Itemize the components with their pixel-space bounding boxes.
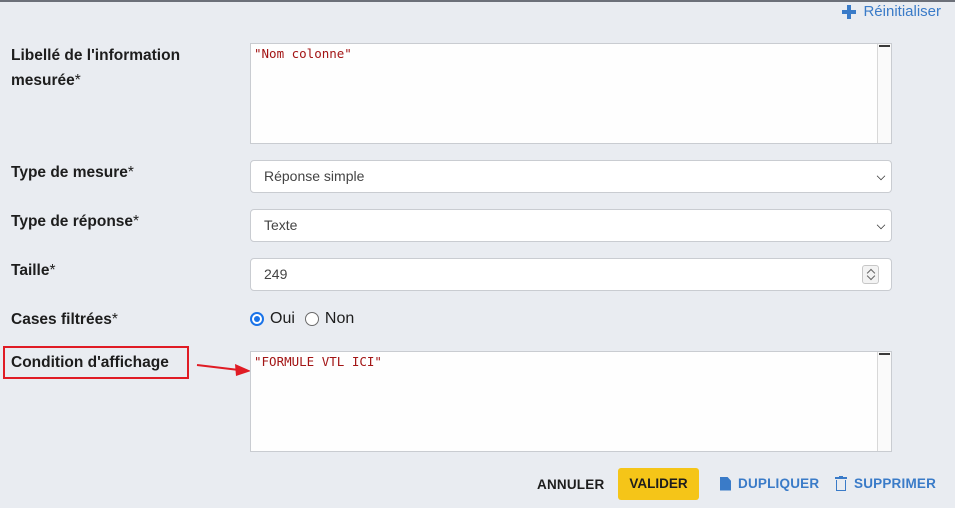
measure-type-label: Type de mesure* <box>11 160 134 185</box>
reset-button[interactable]: Réinitialiser <box>842 3 941 20</box>
chevron-down-icon <box>876 171 886 181</box>
reset-label: Réinitialiser <box>863 3 941 20</box>
required-mark: * <box>49 262 56 279</box>
top-border <box>0 0 955 2</box>
duplicate-button[interactable]: DUPLIQUER <box>720 476 819 491</box>
radio-unselected-icon <box>304 312 319 326</box>
size-input[interactable]: 249 <box>250 258 892 291</box>
label-line2: mesurée <box>11 72 75 89</box>
required-mark: * <box>133 213 140 230</box>
number-spinner-icon[interactable] <box>862 265 879 284</box>
file-icon <box>720 476 731 491</box>
delete-label: SUPPRIMER <box>854 476 937 491</box>
display-condition-label-text: Condition d'affichage <box>11 354 169 371</box>
required-mark: * <box>74 72 81 89</box>
size-value: 249 <box>264 266 288 282</box>
radio-non-label: Non <box>324 310 355 327</box>
display-condition-value: "FORMULE VTL ICI" <box>254 354 382 369</box>
textarea-scrollbar[interactable] <box>877 44 891 143</box>
required-mark: * <box>111 311 118 328</box>
plus-icon <box>842 4 857 19</box>
label-textarea-value: "Nom colonne" <box>254 46 352 61</box>
trash-icon <box>835 476 847 491</box>
label-line1: Libellé de l'information <box>11 47 181 64</box>
radio-oui-label: Oui <box>270 310 295 327</box>
measure-type-label-text: Type de mesure <box>11 164 128 181</box>
measure-type-select[interactable]: Réponse simple <box>250 160 892 193</box>
size-label: Taille* <box>11 258 56 283</box>
display-condition-textarea[interactable]: "FORMULE VTL ICI" <box>250 351 892 452</box>
radio-selected-icon <box>250 312 264 326</box>
response-type-label-text: Type de réponse <box>11 213 134 230</box>
filtered-cells-radio-group: Oui Non <box>250 310 354 328</box>
delete-button[interactable]: SUPPRIMER <box>835 476 936 491</box>
response-type-label: Type de réponse* <box>11 209 139 234</box>
size-label-text: Taille <box>11 262 50 279</box>
form-actions: ANNULER VALIDER DUPLIQUER SUPPRIMER <box>0 468 955 500</box>
validate-button[interactable]: VALIDER <box>618 468 699 500</box>
filtered-cells-label-text: Cases filtrées <box>11 311 112 328</box>
response-type-value: Texte <box>264 217 298 233</box>
response-type-select[interactable]: Texte <box>250 209 892 242</box>
chevron-down-icon <box>876 220 886 230</box>
radio-oui[interactable]: Oui <box>250 310 295 328</box>
display-condition-label: Condition d'affichage <box>11 350 169 375</box>
required-mark: * <box>127 164 134 181</box>
radio-non[interactable]: Non <box>304 310 355 328</box>
textarea-scrollbar[interactable] <box>877 352 891 451</box>
label-textarea[interactable]: "Nom colonne" <box>250 43 892 144</box>
label-field-label: Libellé de l'information mesurée* <box>11 43 180 93</box>
filtered-cells-label: Cases filtrées* <box>11 307 118 332</box>
duplicate-label: DUPLIQUER <box>738 476 820 491</box>
cancel-button[interactable]: ANNULER <box>537 477 604 492</box>
red-arrow-annotation <box>196 364 251 376</box>
measure-type-value: Réponse simple <box>264 168 365 184</box>
